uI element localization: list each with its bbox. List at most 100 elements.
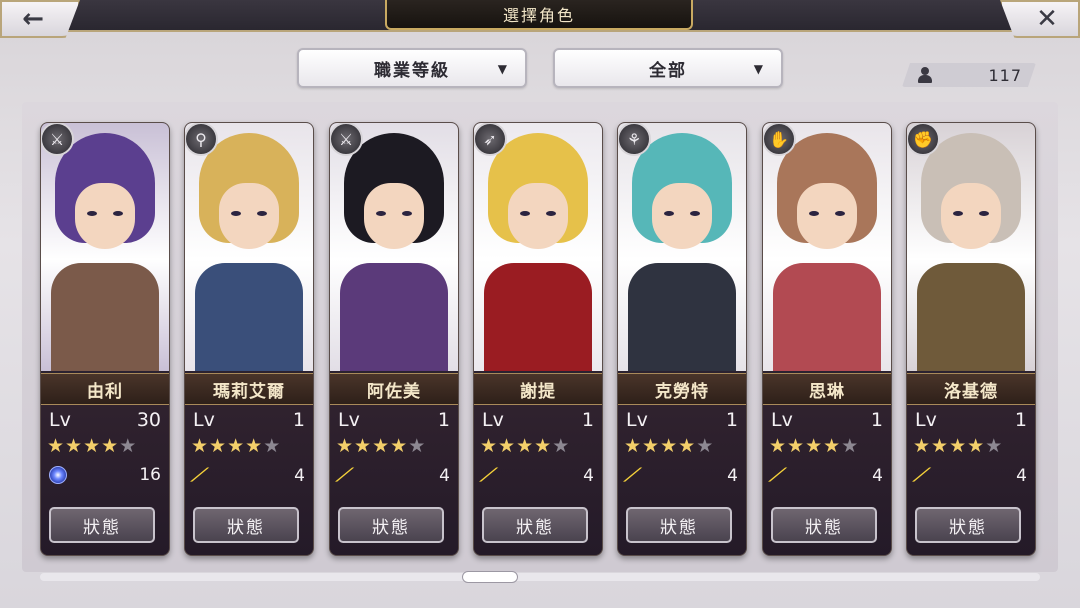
portrait-eye — [809, 211, 819, 216]
portrait-eye — [546, 211, 556, 216]
star-filled-icon: ★ — [101, 435, 120, 457]
star-rating: ★★★★★ — [769, 435, 859, 457]
character-card[interactable]: ⚘ 克勞特 Lv 1 ★★★★★ ⟋ 4 狀態 — [617, 122, 747, 556]
status-button[interactable]: 狀態 — [915, 507, 1021, 543]
page-title-text: 選擇角色 — [502, 6, 575, 25]
character-name: 思琳 — [763, 373, 891, 405]
portrait-face — [364, 183, 424, 249]
item-row: 16 — [49, 465, 161, 485]
character-name: 由利 — [41, 373, 169, 405]
character-stats: Lv 1 ★★★★★ ⟋ 4 狀態 — [907, 405, 1035, 555]
portrait-face — [508, 183, 568, 249]
star-filled-icon: ★ — [498, 435, 517, 457]
scope-filter-dropdown[interactable]: 全部 ▼ — [553, 48, 783, 88]
status-button[interactable]: 狀態 — [482, 507, 588, 543]
star-filled-icon: ★ — [624, 435, 643, 457]
character-name: 洛基德 — [907, 373, 1035, 405]
item-row: ⟋ 4 — [911, 465, 1027, 486]
portrait-face — [797, 183, 857, 249]
status-button[interactable]: 狀態 — [49, 507, 155, 543]
class-filter-dropdown[interactable]: 職業等級 ▼ — [297, 48, 527, 88]
star-rating: ★★★★★ — [191, 435, 281, 457]
level-value: 1 — [581, 409, 594, 431]
character-name: 瑪莉艾爾 — [185, 373, 313, 405]
portrait-eye — [231, 211, 241, 216]
star-filled-icon: ★ — [191, 435, 210, 457]
level-label: Lv — [49, 409, 71, 431]
portrait-eye — [520, 211, 530, 216]
character-stats: Lv 30 ★★★★★ 16 狀態 — [41, 405, 169, 555]
character-stats: Lv 1 ★★★★★ ⟋ 4 狀態 — [474, 405, 602, 555]
star-filled-icon: ★ — [660, 435, 679, 457]
star-rating: ★★★★★ — [480, 435, 570, 457]
horizontal-scrollbar[interactable] — [40, 573, 1040, 581]
portrait-eye — [87, 211, 97, 216]
portrait-outfit — [51, 263, 159, 371]
star-filled-icon: ★ — [516, 435, 535, 457]
star-empty-icon: ★ — [552, 435, 571, 457]
class-icon: ✋ — [763, 123, 796, 156]
item-row: ⟋ 4 — [478, 465, 594, 486]
level-value: 1 — [870, 409, 883, 431]
item-count: 4 — [872, 465, 883, 486]
star-filled-icon: ★ — [209, 435, 228, 457]
star-filled-icon: ★ — [931, 435, 950, 457]
gem-icon — [49, 466, 67, 484]
star-filled-icon: ★ — [534, 435, 553, 457]
status-button[interactable]: 狀態 — [771, 507, 877, 543]
status-button[interactable]: 狀態 — [626, 507, 732, 543]
star-empty-icon: ★ — [985, 435, 1004, 457]
character-card[interactable]: ⚔ 阿佐美 Lv 1 ★★★★★ ⟋ 4 狀態 — [329, 122, 459, 556]
character-stats: Lv 1 ★★★★★ ⟋ 4 狀態 — [330, 405, 458, 555]
scrollbar-thumb[interactable] — [462, 571, 518, 583]
character-stats: Lv 1 ★★★★★ ⟋ 4 狀態 — [185, 405, 313, 555]
star-filled-icon: ★ — [949, 435, 968, 457]
chevron-down-icon: ▼ — [753, 62, 765, 76]
close-button[interactable]: ✕ — [1000, 0, 1080, 38]
character-portrait — [185, 123, 313, 371]
item-count: 16 — [139, 465, 161, 485]
item-count: 4 — [727, 465, 738, 486]
star-rating: ★★★★★ — [913, 435, 1003, 457]
class-icon: ⚘ — [618, 123, 651, 156]
item-count: 4 — [294, 465, 305, 486]
portrait-outfit — [484, 263, 592, 371]
class-icon: ➶ — [474, 123, 507, 156]
back-arrow-icon: ← — [22, 4, 44, 34]
status-button[interactable]: 狀態 — [193, 507, 299, 543]
status-button[interactable]: 狀態 — [338, 507, 444, 543]
character-portrait — [763, 123, 891, 371]
item-row: ⟋ 4 — [189, 465, 305, 486]
item-count: 4 — [1016, 465, 1027, 486]
star-filled-icon: ★ — [83, 435, 102, 457]
wing-icon: ⟋ — [478, 465, 499, 486]
character-card[interactable]: ➶ 謝提 Lv 1 ★★★★★ ⟋ 4 狀態 — [473, 122, 603, 556]
level-label: Lv — [915, 409, 937, 431]
level-row: Lv 1 — [915, 409, 1027, 431]
character-card[interactable]: ✋ 思琳 Lv 1 ★★★★★ ⟋ 4 狀態 — [762, 122, 892, 556]
level-row: Lv 1 — [482, 409, 594, 431]
portrait-face — [652, 183, 712, 249]
character-card[interactable]: ⚲ 瑪莉艾爾 Lv 1 ★★★★★ ⟋ 4 狀態 — [184, 122, 314, 556]
portrait-face — [941, 183, 1001, 249]
class-filter-label: 職業等級 — [374, 60, 450, 81]
level-value: 1 — [437, 409, 450, 431]
portrait-face — [219, 183, 279, 249]
character-name: 克勞特 — [618, 373, 746, 405]
level-label: Lv — [626, 409, 648, 431]
portrait-eye — [953, 211, 963, 216]
level-value: 1 — [292, 409, 305, 431]
star-filled-icon: ★ — [47, 435, 66, 457]
character-card[interactable]: ⚔ 由利 Lv 30 ★★★★★ 16 狀態 — [40, 122, 170, 556]
close-icon: ✕ — [1036, 4, 1058, 34]
star-filled-icon: ★ — [913, 435, 932, 457]
class-icon: ⚔ — [41, 123, 74, 156]
back-button[interactable]: ← — [0, 0, 80, 38]
level-value: 30 — [136, 409, 161, 431]
character-card[interactable]: ✊ 洛基德 Lv 1 ★★★★★ ⟋ 4 狀態 — [906, 122, 1036, 556]
wing-icon: ⟋ — [767, 465, 788, 486]
item-count: 4 — [439, 465, 450, 486]
star-rating: ★★★★★ — [336, 435, 426, 457]
portrait-outfit — [773, 263, 881, 371]
star-empty-icon: ★ — [119, 435, 138, 457]
